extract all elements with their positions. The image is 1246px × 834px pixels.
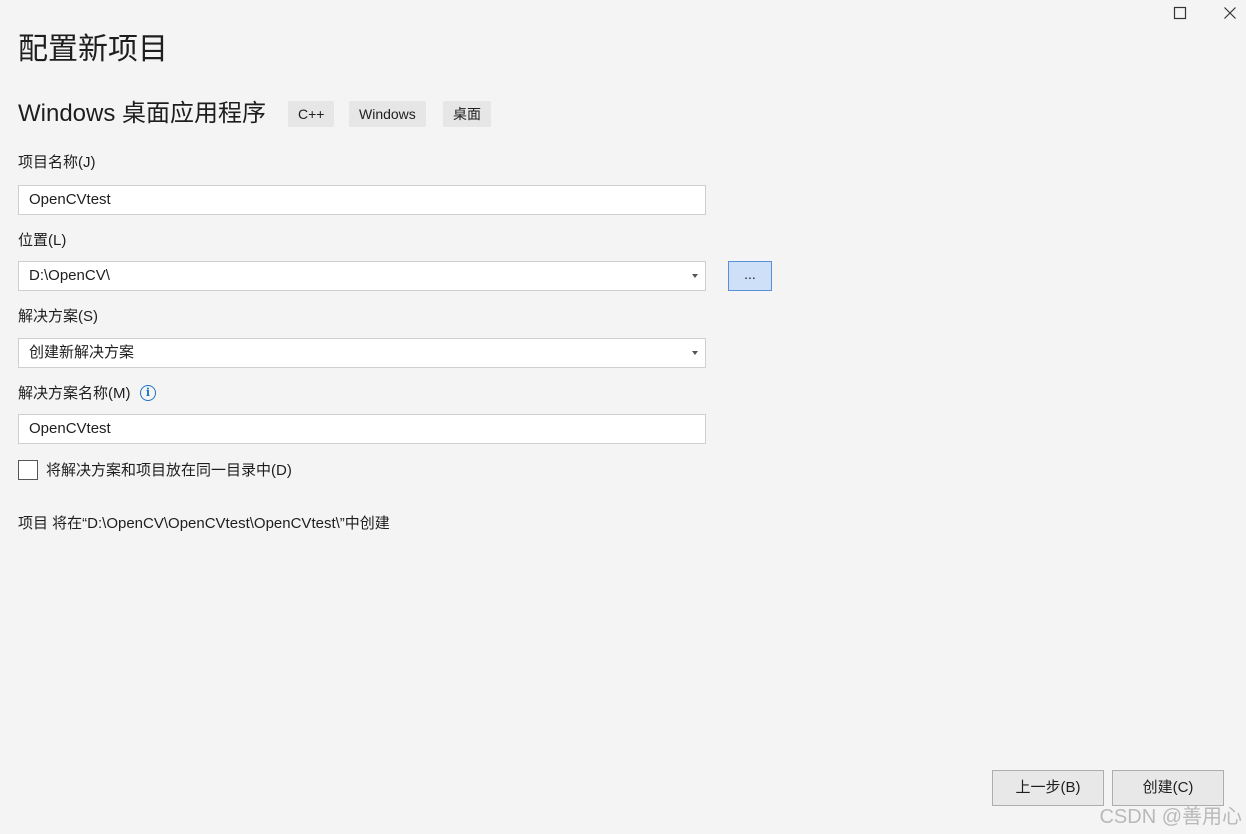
- back-button[interactable]: 上一步(B): [992, 770, 1104, 806]
- tag-desktop: 桌面: [443, 101, 491, 127]
- project-name-input[interactable]: OpenCVtest: [18, 185, 706, 215]
- dropdown-arrow-icon[interactable]: [692, 274, 698, 278]
- solution-combobox[interactable]: 创建新解决方案: [18, 338, 706, 368]
- dropdown-arrow-icon[interactable]: [692, 351, 698, 355]
- template-name: Windows 桌面应用程序: [18, 100, 267, 127]
- tag-windows: Windows: [349, 101, 426, 127]
- project-name-label: 项目名称(J): [18, 154, 96, 171]
- location-value: D:\OpenCV\: [29, 267, 110, 284]
- solution-value: 创建新解决方案: [29, 344, 135, 361]
- maximize-icon: [1173, 6, 1187, 20]
- location-combobox[interactable]: D:\OpenCV\: [18, 261, 706, 291]
- solution-name-input[interactable]: OpenCVtest: [18, 414, 706, 444]
- same-directory-checkbox[interactable]: [18, 460, 38, 480]
- create-button[interactable]: 创建(C): [1112, 770, 1224, 806]
- close-button[interactable]: [1207, 0, 1246, 26]
- watermark: CSDN @善用心: [1099, 806, 1242, 828]
- page-title: 配置新项目: [18, 33, 168, 66]
- close-icon: [1224, 7, 1236, 19]
- same-directory-label: 将解决方案和项目放在同一目录中(D): [46, 462, 292, 479]
- info-icon[interactable]: i: [140, 385, 156, 401]
- maximize-button[interactable]: [1157, 0, 1203, 26]
- solution-label: 解决方案(S): [18, 308, 98, 325]
- creation-path-summary: 项目 将在“D:\OpenCV\OpenCVtest\OpenCVtest\”中…: [18, 515, 390, 532]
- solution-name-label: 解决方案名称(M): [18, 385, 131, 402]
- tag-cpp: C++: [288, 101, 335, 127]
- browse-button[interactable]: ...: [728, 261, 772, 291]
- location-label: 位置(L): [18, 232, 67, 249]
